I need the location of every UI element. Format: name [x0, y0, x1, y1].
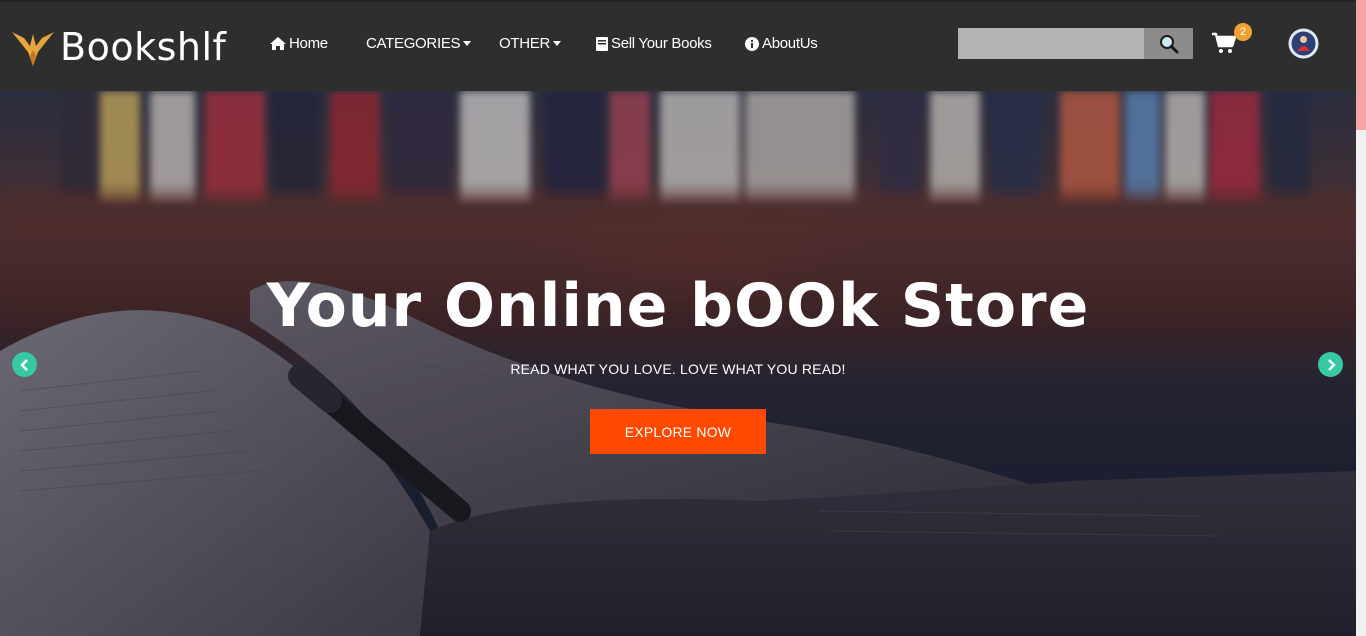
user-avatar[interactable]: [1288, 28, 1319, 59]
home-icon: [270, 37, 286, 50]
nav-home[interactable]: Home: [270, 35, 328, 52]
phoenix-logo-icon: [12, 32, 54, 66]
nav-other-label: OTHER: [499, 35, 551, 52]
nav-about[interactable]: AboutUs: [745, 35, 818, 52]
explore-now-button[interactable]: EXPLORE NOW: [590, 409, 766, 454]
user-avatar-icon: [1288, 28, 1319, 59]
chevron-left-icon: [19, 358, 28, 371]
book-icon: [596, 36, 608, 51]
nav-categories-label: CATEGORIES: [366, 35, 461, 52]
nav-categories[interactable]: CATEGORIES: [366, 35, 472, 52]
brand-logo[interactable]: Bookshlf: [10, 26, 226, 68]
info-icon: [745, 36, 759, 51]
chevron-right-icon: [1327, 358, 1336, 371]
hero-carousel: Your Online bOOk Store READ WHAT YOU LOV…: [0, 91, 1356, 636]
search-input[interactable]: [958, 28, 1144, 59]
hero-subtitle: READ WHAT YOU LOVE. LOVE WHAT YOU READ!: [510, 361, 846, 377]
top-navbar: Bookshlf Home CATEGORIES OTHER Sell Your…: [0, 0, 1356, 91]
search-button[interactable]: [1144, 28, 1193, 59]
nav-sell-label: Sell Your Books: [611, 35, 712, 52]
cart-count-badge: 2: [1234, 23, 1252, 41]
nav-about-label: AboutUs: [762, 35, 818, 52]
nav-sell-books[interactable]: Sell Your Books: [596, 35, 712, 52]
caret-down-icon: [463, 41, 472, 46]
carousel-next-button[interactable]: [1318, 352, 1343, 377]
brand-name: Bookshlf: [60, 25, 227, 69]
caret-down-icon: [553, 41, 562, 46]
page-scrollbar-thumb[interactable]: [1356, 0, 1366, 130]
cart-icon: [1212, 32, 1237, 53]
nav-other[interactable]: OTHER: [499, 35, 562, 52]
cart-button[interactable]: [1212, 32, 1237, 59]
hero-title: Your Online bOOk Store: [266, 271, 1090, 341]
search-icon: [1159, 34, 1178, 53]
carousel-prev-button[interactable]: [12, 352, 37, 377]
nav-home-label: Home: [289, 35, 328, 52]
